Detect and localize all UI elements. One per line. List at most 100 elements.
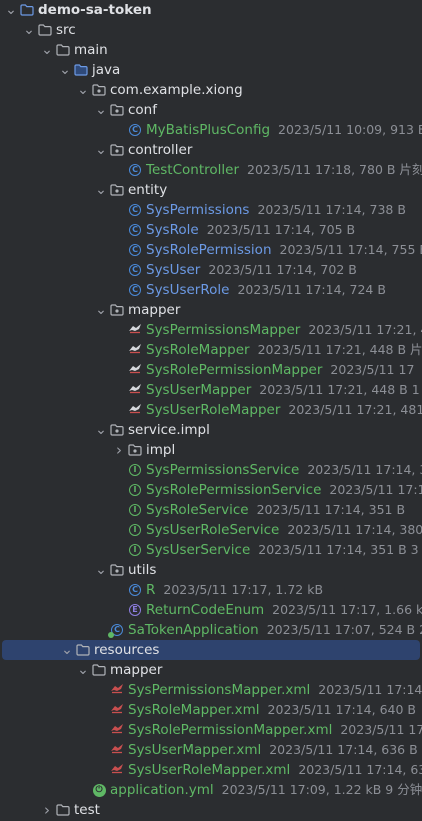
tree-item-label: entity [128, 182, 168, 198]
tree-row-conf[interactable]: ⌄ conf [0, 100, 422, 120]
tree-row-sysrolepermissionmapper[interactable]: SysRolePermissionMapper 2023/5/11 17 [0, 360, 422, 380]
tree-item-meta: 2023/5/11 17:14, 640 B [267, 702, 416, 717]
chevron-down-icon[interactable]: ⌄ [60, 640, 74, 660]
tree-row-r[interactable]: C R 2023/5/11 17:17, 1.72 kB [0, 580, 422, 600]
folder-icon [56, 803, 70, 817]
tree-row-sysroleservice[interactable]: I SysRoleService 2023/5/11 17:14, 351 B [0, 500, 422, 520]
chevron-down-icon[interactable]: ⌄ [94, 300, 108, 320]
tree-item-meta: 2023/5/11 10:09, 913 B [278, 122, 422, 137]
tree-item-label: controller [128, 142, 193, 158]
tree-row-impl[interactable]: › impl [0, 440, 422, 460]
tree-item-label: SysUserService [146, 542, 251, 558]
tree-item-label: com.example.xiong [110, 82, 243, 98]
tree-row-com-example-xiong[interactable]: ⌄ com.example.xiong [0, 80, 422, 100]
tree-item-label: R [146, 582, 156, 598]
tree-row-java[interactable]: ⌄ java [0, 60, 422, 80]
tree-row-testcontroller[interactable]: C TestController 2023/5/11 17:18, 780 B 片刻… [0, 160, 422, 180]
tree-item-label: src [56, 22, 76, 38]
mybatis-mapper-icon [128, 363, 142, 377]
tree-row-sysusermapper-xml[interactable]: SysUserMapper.xml 2023/5/11 17:14, 636 B [0, 740, 422, 760]
tree-row-mapper[interactable]: ⌄ mapper [0, 300, 422, 320]
tree-item-label: SysPermissionsService [146, 462, 300, 478]
tree-row-sysrolepermissionservice[interactable]: I SysRolePermissionService 2023/5/11 17:14… [0, 480, 422, 500]
tree-row-utils[interactable]: ⌄ utils [0, 560, 422, 580]
tree-row-sysuserrolemapper-xml[interactable]: SysUserRoleMapper.xml 2023/5/11 17:14, 63… [0, 760, 422, 780]
chevron-down-icon[interactable]: ⌄ [94, 180, 108, 200]
tree-item-label: SysUserMapper.xml [128, 742, 262, 758]
tree-item-label: SysRole [146, 222, 199, 238]
tree-row-syspermissionsmapper[interactable]: SysPermissionsMapper 2023/5/11 17:21, 48 [0, 320, 422, 340]
spring-app-class-icon: C [108, 623, 124, 638]
tree-row-mapper[interactable]: ⌄ mapper [0, 660, 422, 680]
mybatis-xml-icon [110, 683, 124, 697]
chevron-down-icon[interactable]: ⌄ [4, 0, 18, 20]
tree-row-sysusermapper[interactable]: SysUserMapper 2023/5/11 17:21, 448 B 1 分钟 [0, 380, 422, 400]
tree-row-sysuserrolemapper[interactable]: SysUserRoleMapper 2023/5/11 17:21, 481 B [0, 400, 422, 420]
tree-item-label: impl [146, 442, 176, 458]
tree-item-label: test [74, 802, 100, 818]
chevron-down-icon[interactable]: ⌄ [94, 100, 108, 120]
tree-item-label: SysUserRoleService [146, 522, 280, 538]
chevron-right-icon[interactable]: › [112, 440, 126, 460]
chevron-down-icon[interactable]: ⌄ [58, 60, 72, 80]
tree-row-application-yml[interactable]: ⏻ application.yml 2023/5/11 17:09, 1.22 kB… [0, 780, 422, 800]
tree-item-label: SysPermissions [146, 202, 250, 218]
tree-row-sysuserroleservice[interactable]: I SysUserRoleService 2023/5/11 17:14, 380 … [0, 520, 422, 540]
class-icon: C [128, 163, 142, 177]
chevron-down-icon[interactable]: ⌄ [22, 20, 36, 40]
chevron-down-icon[interactable]: ⌄ [76, 80, 90, 100]
tree-row-sysuser[interactable]: C SysUser 2023/5/11 17:14, 702 B [0, 260, 422, 280]
tree-item-label: mapper [110, 662, 163, 678]
class-icon: C [128, 223, 142, 237]
tree-row-sysrole[interactable]: C SysRole 2023/5/11 17:14, 705 B [0, 220, 422, 240]
chevron-down-icon[interactable]: ⌄ [94, 140, 108, 160]
tree-row-sysrolemapper[interactable]: SysRoleMapper 2023/5/11 17:21, 448 B 片刻 [0, 340, 422, 360]
enum-icon: E [128, 603, 142, 617]
tree-row-satokenapplication[interactable]: C SaTokenApplication 2023/5/11 17:07, 524 … [0, 620, 422, 640]
mybatis-xml-icon [110, 743, 124, 757]
chevron-down-icon[interactable]: ⌄ [40, 40, 54, 60]
tree-row-controller[interactable]: ⌄ controller [0, 140, 422, 160]
tree-row-mybatisplusconfig[interactable]: C MyBatisPlusConfig 2023/5/11 10:09, 913 B [0, 120, 422, 140]
tree-row-returncodeenum[interactable]: E ReturnCodeEnum 2023/5/11 17:17, 1.66 kB [0, 600, 422, 620]
mybatis-mapper-icon [128, 343, 142, 357]
tree-row-syspermissionsmapper-xml[interactable]: SysPermissionsMapper.xml 2023/5/11 17:14,… [0, 680, 422, 700]
tree-row-test[interactable]: › test [0, 800, 422, 820]
chevron-down-icon[interactable]: ⌄ [94, 420, 108, 440]
package-icon [110, 183, 124, 197]
folder-icon [92, 663, 106, 677]
tree-item-label: SysRolePermission [146, 242, 272, 258]
tree-row-entity[interactable]: ⌄ entity [0, 180, 422, 200]
tree-item-label: demo-sa-token [38, 2, 152, 18]
tree-row-sysrolemapper-xml[interactable]: SysRoleMapper.xml 2023/5/11 17:14, 640 B [0, 700, 422, 720]
tree-item-meta: 2023/5/11 17 [340, 722, 422, 737]
tree-row-main[interactable]: ⌄ main [0, 40, 422, 60]
chevron-right-icon[interactable]: › [40, 800, 54, 820]
mybatis-mapper-icon [128, 323, 142, 337]
tree-item-meta: 2023/5/11 17:14, 636 B [269, 742, 418, 757]
chevron-down-icon[interactable]: ⌄ [94, 560, 108, 580]
tree-row-sysuserservice[interactable]: I SysUserService 2023/5/11 17:14, 351 B 3 … [0, 540, 422, 560]
tree-row-resources[interactable]: ⌄ resources [2, 640, 420, 660]
tree-item-label: SysRoleMapper [146, 342, 250, 358]
package-icon [128, 443, 142, 457]
tree-row-sysrolepermissionmapper-xml[interactable]: SysRolePermissionMapper.xml 2023/5/11 17 [0, 720, 422, 740]
module-folder-icon [20, 3, 34, 17]
tree-row-syspermissions[interactable]: C SysPermissions 2023/5/11 17:14, 738 B [0, 200, 422, 220]
tree-item-label: utils [128, 562, 157, 578]
chevron-down-icon[interactable]: ⌄ [76, 660, 90, 680]
tree-row-service-impl[interactable]: ⌄ service.impl [0, 420, 422, 440]
tree-item-meta: 2023/5/11 17:14, 351 B [256, 502, 406, 517]
tree-row-syspermissionsservice[interactable]: I SysPermissionsService 2023/5/11 17:14, 3… [0, 460, 422, 480]
project-tree: ⌄ demo-sa-token ⌄ src ⌄ main ⌄ java ⌄ com.example… [0, 0, 422, 820]
tree-item-meta: 2023/5/11 17:14, 738 B [257, 202, 406, 217]
folder-icon [56, 43, 70, 57]
tree-row-sysrolepermission[interactable]: C SysRolePermission 2023/5/11 17:14, 755 B [0, 240, 422, 260]
interface-icon: I [128, 543, 142, 557]
tree-item-label: SysUserMapper [146, 382, 252, 398]
mybatis-xml-icon [110, 763, 124, 777]
tree-row-src[interactable]: ⌄ src [0, 20, 422, 40]
package-icon [110, 143, 124, 157]
tree-row-sysuserrole[interactable]: C SysUserRole 2023/5/11 17:14, 724 B [0, 280, 422, 300]
tree-row-demo-sa-token[interactable]: ⌄ demo-sa-token [0, 0, 422, 20]
